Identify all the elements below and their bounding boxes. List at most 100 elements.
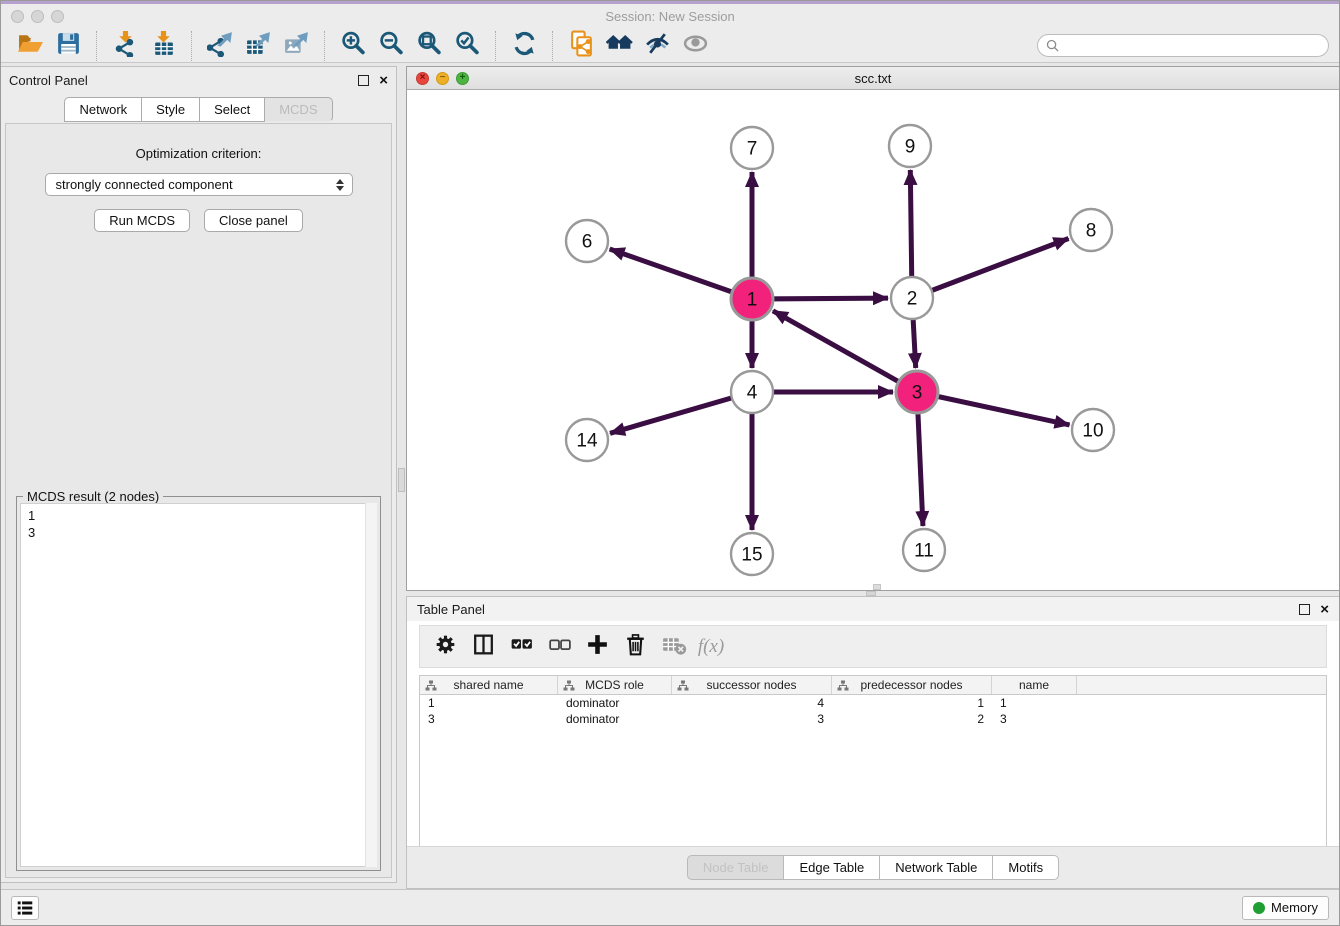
edge-3-1[interactable] [773, 311, 917, 392]
table-cell[interactable]: 2 [832, 711, 992, 727]
zoom-in-button[interactable] [337, 31, 369, 61]
main-area: Control Panel × NetworkStyleSelectMCDS O… [1, 63, 1340, 891]
table-cell[interactable]: dominator [558, 711, 672, 727]
table-row[interactable]: 1dominator411 [420, 695, 1326, 711]
graph-node-8[interactable]: 8 [1070, 209, 1112, 251]
column-header-shared-name[interactable]: shared name [420, 676, 558, 694]
zoom-in-icon [340, 30, 367, 62]
network-canvas[interactable]: 7 9 6 8 1 2 4 3 14 10 15 11 [407, 90, 1339, 590]
network-graph: 7 9 6 8 1 2 4 3 14 10 15 11 [407, 90, 1339, 590]
titlebar: Session: New Session [1, 4, 1339, 29]
control-tab-select[interactable]: Select [200, 97, 265, 122]
graph-node-4[interactable]: 4 [731, 371, 773, 413]
delete-column-button[interactable] [618, 630, 652, 664]
node-label: 10 [1082, 421, 1103, 442]
deselect-all-icon [546, 631, 573, 663]
search-input[interactable] [1064, 39, 1320, 53]
import-network-button[interactable] [109, 31, 141, 61]
table-cell[interactable]: 1 [832, 695, 992, 711]
node-label: 6 [582, 232, 593, 253]
zoom-selected-button[interactable] [451, 31, 483, 61]
mcds-result-text[interactable]: 13 [20, 503, 377, 867]
table-cell[interactable]: 4 [672, 695, 832, 711]
open-file-button[interactable] [14, 31, 46, 61]
column-header-label: successor nodes [706, 678, 796, 692]
tab-node-table[interactable]: Node Table [687, 855, 785, 880]
node-label: 1 [747, 290, 758, 311]
control-tab-mcds[interactable]: MCDS [265, 97, 332, 122]
column-header-successor-nodes[interactable]: successor nodes [672, 676, 832, 694]
node-label: 9 [905, 137, 916, 158]
node-label: 7 [747, 139, 758, 160]
zoom-fit-button[interactable] [413, 31, 445, 61]
table-cell[interactable]: 1 [992, 695, 1077, 711]
graph-node-10[interactable]: 10 [1072, 409, 1114, 451]
control-tab-network[interactable]: Network [64, 97, 142, 122]
edge-3-10[interactable] [917, 392, 1070, 425]
zoom-out-button[interactable] [375, 31, 407, 61]
table-cell[interactable]: 3 [672, 711, 832, 727]
vertical-splitter[interactable] [397, 63, 406, 891]
table-close-icon[interactable]: × [1320, 604, 1329, 615]
import-table-button[interactable] [147, 31, 179, 61]
search-field[interactable] [1037, 34, 1329, 57]
table-cell[interactable]: 3 [992, 711, 1077, 727]
node-table: shared name MCDS role successor nodes prede… [419, 675, 1327, 847]
export-table-button[interactable] [242, 31, 274, 61]
column-header-mcds-role[interactable]: MCDS role [558, 676, 672, 694]
memory-button[interactable]: Memory [1242, 896, 1329, 920]
control-tab-style[interactable]: Style [142, 97, 200, 122]
canvas-resize-knob[interactable] [873, 584, 881, 590]
result-scrollbar[interactable] [365, 503, 377, 867]
graph-node-15[interactable]: 15 [731, 533, 773, 575]
column-header-predecessor-nodes[interactable]: predecessor nodes [832, 676, 992, 694]
refresh-view-button[interactable] [508, 31, 540, 61]
show-all-button[interactable] [679, 31, 711, 61]
edge-1-6[interactable] [610, 249, 752, 299]
graph-node-11[interactable]: 11 [903, 529, 945, 571]
add-column-button[interactable] [580, 630, 614, 664]
table-settings-button[interactable] [428, 630, 462, 664]
tab-motifs[interactable]: Motifs [993, 855, 1059, 880]
graph-node-9[interactable]: 9 [889, 125, 931, 167]
graph-node-3[interactable]: 3 [896, 371, 938, 413]
run-mcds-button[interactable]: Run MCDS [94, 209, 190, 232]
table-float-icon[interactable] [1299, 604, 1310, 615]
import-network-icon [112, 30, 139, 62]
status-bar: Memory [1, 889, 1339, 925]
export-image-button[interactable] [280, 31, 312, 61]
hide-selected-button[interactable] [641, 31, 673, 61]
save-session-button[interactable] [52, 31, 84, 61]
edge-2-8[interactable] [912, 239, 1069, 298]
search-icon [1046, 39, 1059, 52]
tab-network-table[interactable]: Network Table [880, 855, 993, 880]
column-header-name[interactable]: name [992, 676, 1077, 694]
table-cell[interactable]: 3 [420, 711, 558, 727]
graph-node-14[interactable]: 14 [566, 419, 608, 461]
close-panel-button[interactable]: Close panel [204, 209, 303, 232]
float-panel-icon[interactable] [358, 75, 369, 86]
table-tabs: Node TableEdge TableNetwork TableMotifs [687, 855, 1059, 880]
column-visibility-button[interactable] [466, 630, 500, 664]
graph-node-2[interactable]: 2 [891, 277, 933, 319]
select-all-button[interactable] [504, 630, 538, 664]
column-header-label: MCDS role [585, 678, 644, 692]
first-neighbors-button[interactable] [603, 31, 635, 61]
task-history-button[interactable] [11, 896, 39, 920]
table-cell[interactable]: dominator [558, 695, 672, 711]
export-network-button[interactable] [204, 31, 236, 61]
deselect-all-button[interactable] [542, 630, 576, 664]
criterion-dropdown[interactable]: strongly connected component [45, 173, 353, 196]
close-panel-icon[interactable]: × [379, 75, 388, 86]
vertical-splitter-knob[interactable] [398, 468, 405, 492]
table-cell[interactable]: 1 [420, 695, 558, 711]
graph-node-7[interactable]: 7 [731, 127, 773, 169]
toolbar-separator [552, 31, 553, 61]
duplicate-network-button[interactable] [565, 31, 597, 61]
duplicate-network-icon [568, 30, 595, 62]
table-row[interactable]: 3dominator323 [420, 711, 1326, 727]
graph-node-1[interactable]: 1 [731, 278, 773, 320]
tab-edge-table[interactable]: Edge Table [784, 855, 880, 880]
graph-node-6[interactable]: 6 [566, 220, 608, 262]
add-column-icon [584, 631, 611, 663]
